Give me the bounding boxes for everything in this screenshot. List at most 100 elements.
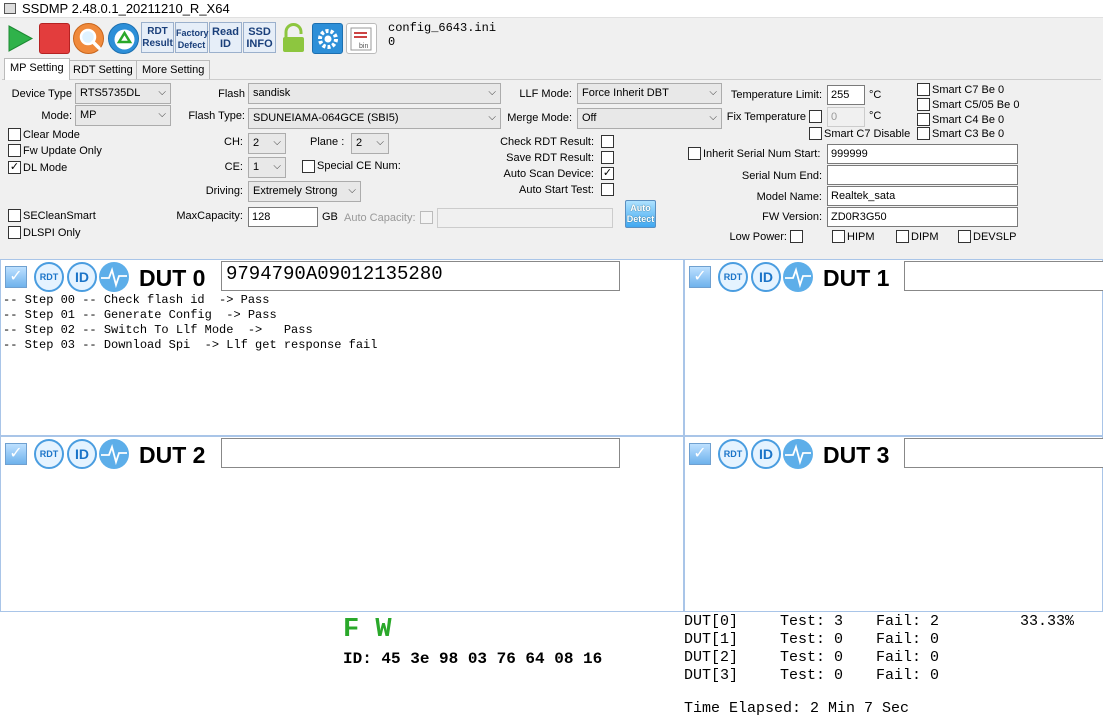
config-value: 0: [388, 35, 396, 49]
fw-update-only-checkbox[interactable]: [8, 144, 21, 157]
dut-label: DUT 1: [823, 265, 890, 291]
max-capacity-input[interactable]: 128: [248, 207, 318, 227]
tab-mp-setting[interactable]: MP Setting: [4, 58, 70, 80]
factory-defect-button[interactable]: Factory Defect: [175, 22, 209, 53]
smart-c5-05-be-0-checkbox[interactable]: [917, 98, 930, 111]
waveform-button[interactable]: [783, 262, 813, 292]
check-rdt-result-checkbox[interactable]: [601, 135, 614, 148]
refresh-button[interactable]: [108, 23, 139, 54]
smart-c3-be-0-checkbox[interactable]: [917, 127, 930, 140]
merge-mode-select[interactable]: Off ⌵: [577, 108, 722, 129]
dut-select-checkbox[interactable]: ✓: [5, 443, 27, 465]
driving-select[interactable]: Extremely Strong ⌵: [248, 181, 361, 202]
inherit-serial-checkbox[interactable]: [688, 147, 701, 160]
dlspi-only-checkbox[interactable]: [8, 226, 21, 239]
dl-mode-checkbox[interactable]: ✓: [8, 161, 21, 174]
dut-serial-field[interactable]: [904, 261, 1103, 291]
dut-serial-field[interactable]: 9794790A09012135280: [221, 261, 620, 291]
auto-scan-device-checkbox[interactable]: ✓: [601, 167, 614, 180]
search-button[interactable]: [73, 23, 104, 54]
low-power-checkbox[interactable]: [790, 230, 803, 243]
status-area: F W ID: 45 3e 98 03 76 64 08 16 DUT[0] T…: [0, 611, 1103, 719]
fix-temp-input[interactable]: 0: [827, 107, 865, 127]
settings-button[interactable]: [312, 23, 343, 54]
mode-select[interactable]: MP ⌵: [75, 105, 171, 126]
llf-mode-select[interactable]: Force Inherit DBT ⌵: [577, 83, 722, 104]
ch-value: 2: [253, 137, 260, 149]
gb-unit: GB: [322, 211, 338, 223]
smart-c5-05-be-0-label: Smart C5/05 Be 0: [932, 99, 1020, 111]
id-button[interactable]: ID: [67, 439, 97, 469]
temp-limit-input[interactable]: 255: [827, 85, 865, 105]
smart-c7-disable-checkbox[interactable]: [809, 127, 822, 140]
smart-c4-be-0-checkbox[interactable]: [917, 113, 930, 126]
dut-select-checkbox[interactable]: ✓: [5, 266, 27, 288]
dlspi-only-label: DLSPI Only: [23, 227, 81, 239]
fw-version-input[interactable]: ZD0R3G50: [827, 207, 1018, 227]
summary-dut: DUT[2]: [684, 649, 739, 666]
flash-type-select[interactable]: SDUNEIAMA-064GCE (SBI5) ⌵: [248, 108, 501, 129]
serial-start-input[interactable]: 999999: [827, 144, 1018, 164]
ce-value: 1: [253, 161, 260, 173]
auto-capacity-input[interactable]: [437, 208, 613, 228]
start-button[interactable]: [4, 23, 35, 54]
dipm-checkbox[interactable]: [896, 230, 909, 243]
id-button[interactable]: ID: [751, 262, 781, 292]
ce-select[interactable]: 1 ⌵: [248, 157, 286, 178]
dut-serial-field[interactable]: [221, 438, 620, 468]
rdt-button[interactable]: RDT: [718, 262, 748, 292]
lock-button[interactable]: [278, 23, 309, 54]
bin-label: bin: [359, 43, 369, 50]
driving-value: Extremely Strong: [253, 185, 338, 197]
tab-rdt-setting[interactable]: RDT Setting: [67, 60, 139, 79]
ssd-info-button[interactable]: SSD INFO: [243, 22, 276, 53]
ce-label: CE:: [224, 161, 243, 173]
id-button[interactable]: ID: [67, 262, 97, 292]
dut-select-checkbox[interactable]: ✓: [689, 266, 711, 288]
waveform-icon: [785, 444, 811, 466]
rdt-result-button[interactable]: RDT Result: [141, 22, 174, 53]
toolbar: RDT Result Factory Defect Read ID SSD IN…: [0, 18, 1103, 58]
auto-detect-button[interactable]: Auto Detect: [625, 200, 656, 228]
waveform-button[interactable]: [783, 439, 813, 469]
summary-fail: Fail: 2: [876, 613, 940, 630]
fw-update-only-label: Fw Update Only: [23, 145, 102, 157]
dut-serial-field[interactable]: [904, 438, 1103, 468]
device-type-select[interactable]: RTS5735DL ⌵: [75, 83, 171, 104]
read-id-button[interactable]: Read ID: [209, 22, 242, 53]
merge-mode-label: Merge Mode:: [507, 112, 572, 124]
plane-select[interactable]: 2 ⌵: [351, 133, 389, 154]
clear-mode-checkbox[interactable]: [8, 128, 21, 141]
lock-icon: [283, 23, 304, 52]
summary-fail: Fail: 0: [876, 649, 940, 666]
hipm-checkbox[interactable]: [832, 230, 845, 243]
rdt-button[interactable]: RDT: [718, 439, 748, 469]
model-name-input[interactable]: Realtek_sata: [827, 186, 1018, 206]
save-rdt-result-checkbox[interactable]: [601, 151, 614, 164]
ch-label: CH:: [224, 136, 243, 148]
summary-fail: Fail: 0: [876, 631, 940, 648]
dut-select-checkbox[interactable]: ✓: [689, 443, 711, 465]
stop-button[interactable]: [39, 23, 70, 54]
rdt-button[interactable]: RDT: [34, 262, 64, 292]
bin-file-button[interactable]: bin: [346, 23, 377, 54]
flash-label: Flash: [218, 88, 245, 100]
smart-c7-be-0-checkbox[interactable]: [917, 83, 930, 96]
waveform-button[interactable]: [99, 262, 129, 292]
id-button[interactable]: ID: [751, 439, 781, 469]
serial-end-input[interactable]: [827, 165, 1018, 185]
fix-temp-checkbox[interactable]: [809, 110, 822, 123]
tab-more-setting[interactable]: More Setting: [136, 60, 211, 79]
devslp-label: DEVSLP: [973, 231, 1017, 243]
rdt-button[interactable]: RDT: [34, 439, 64, 469]
ch-select[interactable]: 2 ⌵: [248, 133, 286, 154]
waveform-button[interactable]: [99, 439, 129, 469]
special-ce-num-checkbox[interactable]: [302, 160, 315, 173]
auto-capacity-checkbox[interactable]: [420, 211, 433, 224]
devslp-checkbox[interactable]: [958, 230, 971, 243]
flash-select[interactable]: sandisk ⌵: [248, 83, 501, 104]
auto-start-test-checkbox[interactable]: [601, 183, 614, 196]
seclean-smart-checkbox[interactable]: [8, 209, 21, 222]
chevron-down-icon: ⌵: [158, 87, 166, 98]
summary-dut: DUT[3]: [684, 667, 739, 684]
